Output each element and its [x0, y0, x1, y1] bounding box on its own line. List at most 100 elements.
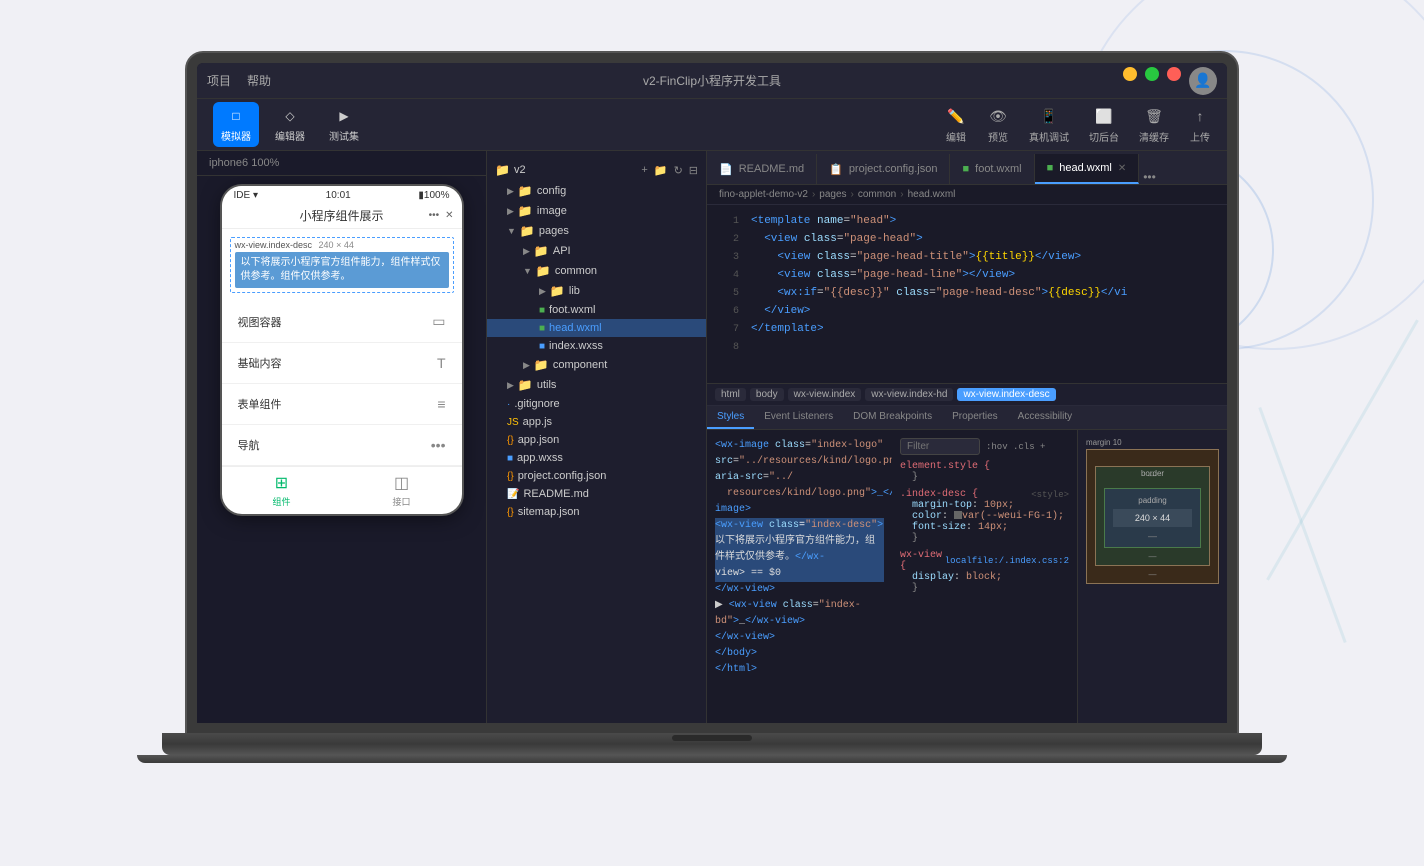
devtools-tab-dom-breakpoints[interactable]: DOM Breakpoints [843, 406, 942, 429]
line-num-1: 1 [715, 213, 739, 230]
toolbar-action-preview[interactable]: 👁 预览 [987, 105, 1009, 144]
tree-action-refresh[interactable]: ↻ [674, 164, 683, 177]
tree-item-head-wxml[interactable]: ■ head.wxml [487, 319, 706, 337]
tree-item-utils[interactable]: ▶ 📁 utils [487, 375, 706, 395]
breadcrumb-tag-body[interactable]: body [750, 388, 784, 401]
devtools-tabs: Styles Event Listeners DOM Breakpoints P… [707, 406, 1227, 430]
tree-item-lib[interactable]: ▶ 📁 lib [487, 281, 706, 301]
tab-head-wxml[interactable]: ■ head.wxml ✕ [1035, 154, 1140, 184]
minimize-button[interactable] [1123, 67, 1137, 81]
clear-cache-icon: 🗑 [1143, 105, 1165, 127]
editor-icon: ◇ [280, 106, 300, 126]
background-icon: ⬜ [1093, 105, 1115, 127]
style-prop-0-2: font-size: 14px; [912, 522, 1069, 533]
tree-item-foot-wxml[interactable]: ■ foot.wxml [487, 301, 706, 319]
toolbar-btn-test[interactable]: ▶ 测试集 [321, 102, 367, 147]
device-nav-components[interactable]: ⊞ 组件 [222, 473, 342, 508]
breadcrumb-tag-wx-view-index-desc[interactable]: wx-view.index-desc [957, 388, 1055, 401]
file-icon: {} [507, 435, 514, 446]
pseudo-hint: :hov .cls + [986, 442, 1045, 452]
device-panel: iphone6 100% IDE ▾ 10:01 ▮100% [197, 151, 487, 723]
tree-item-label: .gitignore [514, 398, 559, 410]
maximize-button[interactable] [1145, 67, 1159, 81]
html-line-8: </html> [715, 662, 884, 678]
tree-item-label: foot.wxml [549, 304, 595, 316]
device-menu-item-1[interactable]: 基础内容 T [222, 343, 462, 384]
device-status-bar: IDE ▾ 10:01 ▮100% [222, 186, 462, 203]
tab-project-config[interactable]: 📋 project.config.json [817, 154, 950, 184]
tree-item-gitignore[interactable]: · .gitignore [487, 395, 706, 413]
line-num-8: 8 [715, 339, 739, 356]
tree-item-label: component [553, 359, 607, 371]
status-bar-right: ▮100% [418, 190, 449, 201]
tree-item-common[interactable]: ▼ 📁 common [487, 261, 706, 281]
toolbar-action-upload[interactable]: ↑ 上传 [1189, 105, 1211, 144]
toolbar-action-background[interactable]: ⬜ 切后台 [1089, 105, 1119, 144]
laptop-wrapper: 项目 帮助 v2-FinClip小程序开发工具 👤 □ 模拟器 [162, 53, 1262, 813]
menu-item-project[interactable]: 项目 [207, 72, 231, 89]
device-menu-item-3[interactable]: 导航 ••• [222, 425, 462, 466]
laptop-foot [137, 755, 1287, 763]
code-editor[interactable]: 1 <template name="head"> 2 <view class="… [707, 205, 1227, 383]
tree-item-project-config[interactable]: {} project.config.json [487, 467, 706, 485]
toolbar-action-device-debug[interactable]: 📱 真机调试 [1029, 105, 1069, 144]
tree-item-index-wxss[interactable]: ■ index.wxss [487, 337, 706, 355]
root-folder-icon: 📁 [495, 163, 510, 177]
chevron-icon: ▶ [523, 360, 530, 371]
folder-icon: 📁 [536, 264, 551, 278]
tree-item-app-wxss[interactable]: ■ app.wxss [487, 449, 706, 467]
code-line-4: 4 <view class="page-head-line"></view> [707, 267, 1227, 285]
style-props-1: display: block; [900, 572, 1069, 583]
html-line-3: view> == $0 [715, 566, 884, 582]
code-content-2: <view class="page-head"> [751, 231, 1219, 249]
code-line-5: 5 <wx:if="{{desc}}" class="page-head-des… [707, 285, 1227, 303]
close-button[interactable] [1167, 67, 1181, 81]
toolbar-btn-editor[interactable]: ◇ 编辑器 [267, 102, 313, 147]
tab-more-button[interactable]: ••• [1143, 170, 1156, 184]
device-nav-api[interactable]: ◫ 接口 [342, 473, 462, 508]
devtools-tab-styles[interactable]: Styles [707, 406, 754, 429]
tree-item-image[interactable]: ▶ 📁 image [487, 201, 706, 221]
box-border: border — padding 240 × 44 — — [1095, 466, 1210, 566]
menu-item-help[interactable]: 帮助 [247, 72, 271, 89]
style-selector-1: wx-view { [900, 550, 945, 572]
style-props-0: margin-top: 10px; color: var(--weui-FG-1… [900, 500, 1069, 533]
toolbar-action-edit[interactable]: ✏️ 编辑 [945, 105, 967, 144]
breadcrumb-tag-html[interactable]: html [715, 388, 746, 401]
breadcrumb-tag-wx-view-index-hd[interactable]: wx-view.index-hd [865, 388, 953, 401]
device-menu-item-2[interactable]: 表单组件 ≡ [222, 384, 462, 425]
tree-item-component[interactable]: ▶ 📁 component [487, 355, 706, 375]
devtools-tab-accessibility[interactable]: Accessibility [1008, 406, 1082, 429]
tab-foot-wxml-icon: ■ [962, 163, 969, 175]
avatar[interactable]: 👤 [1189, 67, 1217, 95]
device-menu-icon-0: ▭ [432, 313, 445, 330]
tree-item-app-json[interactable]: {} app.json [487, 431, 706, 449]
tab-bar: 📄 README.md 📋 project.config.json ■ foot… [707, 151, 1227, 185]
tree-item-config[interactable]: ▶ 📁 config [487, 181, 706, 201]
tree-item-sitemap[interactable]: {} sitemap.json [487, 503, 706, 521]
styles-filter-input[interactable] [900, 438, 980, 455]
html-line-5: ▶ <wx-view class="index-bd">_</wx-view> [715, 598, 884, 630]
devtools-tab-event-listeners[interactable]: Event Listeners [754, 406, 843, 429]
devtools-tab-properties[interactable]: Properties [942, 406, 1008, 429]
tab-foot-wxml[interactable]: ■ foot.wxml [950, 154, 1034, 184]
tree-item-readme[interactable]: 📝 README.md [487, 485, 706, 503]
toolbar-btn-simulator[interactable]: □ 模拟器 [213, 102, 259, 147]
tree-item-app-js[interactable]: JS app.js [487, 413, 706, 431]
status-bar-left: IDE ▾ [234, 190, 258, 201]
tree-action-new-file[interactable]: + [641, 164, 647, 177]
breadcrumb-tag-wx-view-index[interactable]: wx-view.index [788, 388, 862, 401]
bg-line-2 [1258, 407, 1346, 643]
tree-item-label: index.wxss [549, 340, 603, 352]
tab-close-icon[interactable]: ✕ [1118, 163, 1126, 174]
tree-item-api[interactable]: ▶ 📁 API [487, 241, 706, 261]
toolbar-action-clear-cache[interactable]: 🗑 清缓存 [1139, 105, 1169, 144]
style-block-index-desc: .index-desc { <style> margin-top: 10px; … [900, 489, 1069, 544]
tree-item-pages[interactable]: ▼ 📁 pages [487, 221, 706, 241]
tree-action-collapse[interactable]: ⊟ [689, 164, 698, 177]
style-source-1[interactable]: localfile:/.index.css:2 [945, 556, 1069, 566]
padding-bottom: — [1148, 531, 1157, 541]
device-menu-item-0[interactable]: 视图容器 ▭ [222, 301, 462, 343]
tab-readme[interactable]: 📄 README.md [707, 154, 817, 184]
tree-action-new-folder[interactable]: 📁 [654, 164, 668, 177]
